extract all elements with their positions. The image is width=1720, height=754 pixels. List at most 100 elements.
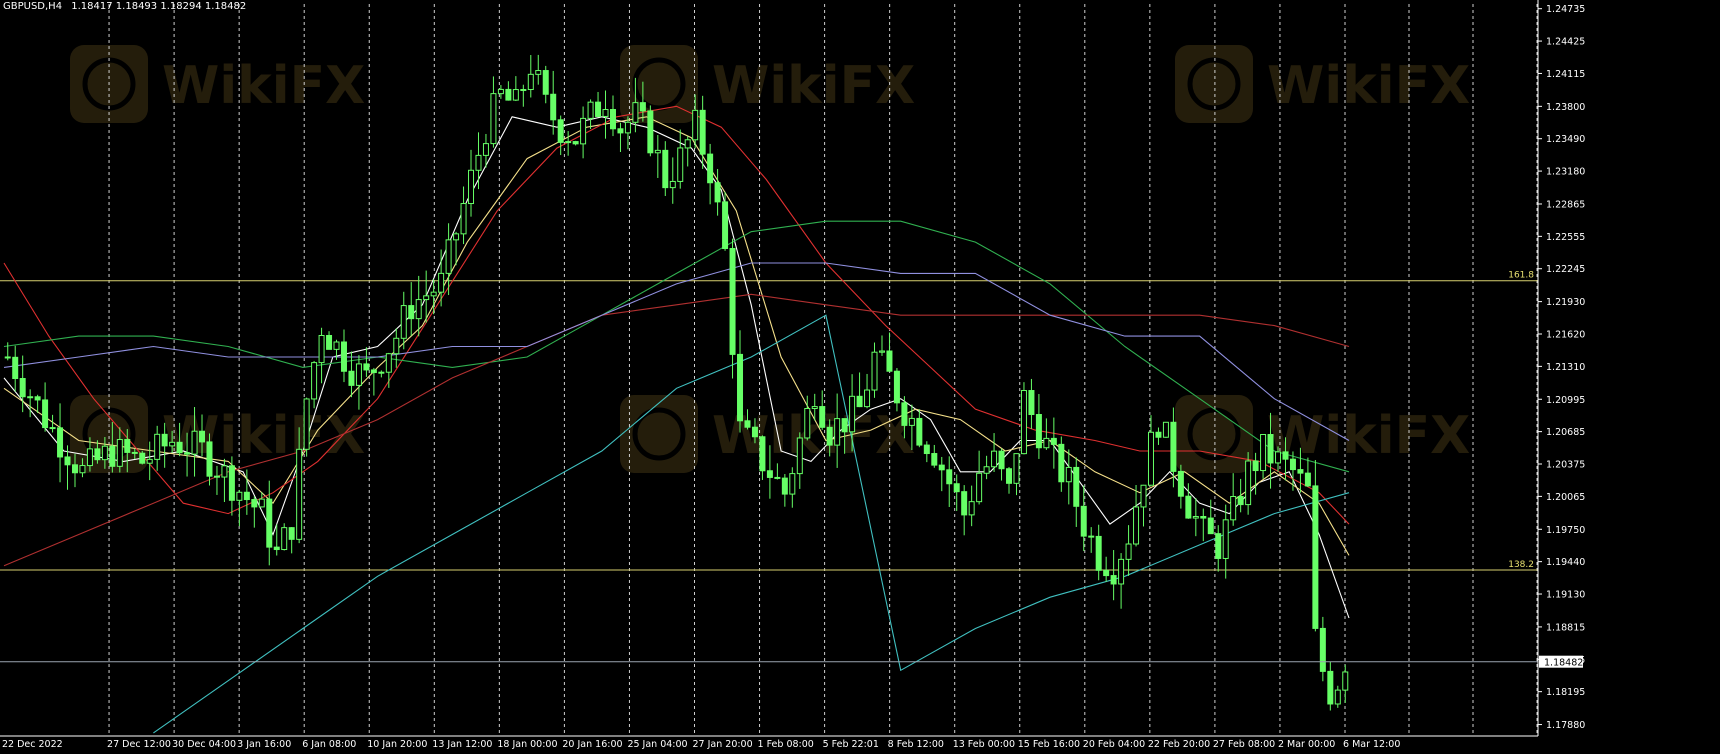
candle-body — [976, 472, 983, 503]
candle-body — [572, 141, 579, 145]
candle-body — [490, 93, 497, 145]
price-tick-label: 1.23800 — [1546, 102, 1585, 113]
candle-body — [849, 395, 856, 433]
candle-body — [1260, 434, 1267, 472]
candle-body — [624, 121, 631, 134]
candle-body — [1170, 421, 1177, 472]
moving-average-line — [3, 116, 1350, 619]
trading-chart[interactable]: WikiFX WikiFX WikiFX WikiFX WikiFX WikiFX 161… — [0, 0, 1720, 750]
candle-body — [326, 334, 333, 350]
candle-body — [1245, 460, 1252, 506]
candle-body — [176, 441, 183, 454]
candle-body — [1058, 443, 1065, 483]
time-tick-label: 6 Jan 08:00 — [302, 739, 356, 750]
candle-body — [617, 128, 624, 134]
candle-body — [1118, 558, 1125, 585]
price-tick-label: 1.18195 — [1546, 687, 1585, 698]
candle-body — [953, 483, 960, 493]
candle-body — [834, 418, 841, 446]
candle-body — [1275, 451, 1282, 464]
candle-body — [737, 353, 744, 422]
candle-body — [766, 470, 773, 478]
candle-body — [475, 154, 482, 171]
candle-body — [453, 233, 460, 241]
candle-body — [938, 464, 945, 471]
candle-body — [340, 341, 347, 372]
time-tick-label: 27 Feb 08:00 — [1213, 739, 1275, 750]
watermark-logo: WikiFX — [1175, 45, 1470, 123]
price-chart-svg[interactable]: WikiFX WikiFX WikiFXWikiFX WikiFX WikiFX 161… — [0, 0, 1720, 750]
candle-body — [565, 141, 572, 144]
candle-body — [355, 363, 362, 386]
candle-body — [423, 295, 430, 301]
candle-body — [1133, 506, 1140, 545]
candle-body — [1162, 421, 1169, 438]
symbol-label: GBPUSD,H4 — [3, 1, 63, 12]
candle-body — [1147, 431, 1154, 486]
candle-body — [438, 272, 445, 293]
candle-body — [184, 452, 191, 455]
candle-body — [804, 408, 811, 439]
candle-body — [946, 469, 953, 485]
candle-body — [923, 444, 930, 455]
candle-body — [1073, 466, 1080, 507]
price-tick-label: 1.24115 — [1546, 69, 1585, 80]
candle-body — [819, 406, 826, 428]
price-tick-label: 1.20375 — [1546, 460, 1585, 471]
current-price-tag: 1.18482 — [1544, 658, 1583, 669]
time-tick-label: 25 Jan 04:00 — [627, 739, 687, 750]
price-axis[interactable]: 1.24735 1.24425 1.24115 1.23800 1.23490 1.231… — [1538, 4, 1585, 731]
candle-body — [1289, 458, 1296, 471]
candle-body — [639, 102, 646, 112]
price-tick-label: 1.18815 — [1546, 622, 1585, 633]
candle-body — [1028, 390, 1035, 416]
time-tick-label: 18 Jan 00:00 — [497, 739, 557, 750]
candle-body — [729, 248, 736, 355]
time-tick-label: 20 Jan 16:00 — [562, 739, 622, 750]
candle-body — [632, 102, 639, 123]
candle-body — [303, 398, 310, 450]
price-tick-label: 1.20995 — [1546, 395, 1585, 406]
candle-body — [288, 527, 295, 540]
candle-body — [1200, 516, 1207, 519]
candle-body — [199, 430, 206, 443]
time-tick-label: 30 Dec 04:00 — [172, 739, 236, 750]
watermark-logo: WikiFX — [620, 395, 915, 473]
candle-body — [774, 476, 781, 479]
candle-body — [1103, 569, 1110, 577]
candle-body — [408, 305, 415, 320]
candle-body — [751, 426, 758, 438]
candle-body — [1110, 575, 1117, 585]
time-tick-label: 5 Feb 22:01 — [823, 739, 879, 750]
candle-body — [647, 110, 654, 154]
candle-body — [482, 143, 489, 156]
fibo-level-label: 138.2 — [1508, 560, 1534, 570]
fibo-level-label: 161.8 — [1508, 271, 1534, 281]
price-tick-label: 1.20065 — [1546, 492, 1585, 503]
candle-body — [131, 451, 138, 454]
candle-body — [228, 465, 235, 501]
candle-body — [796, 437, 803, 475]
candle-body — [333, 341, 340, 350]
price-tick-label: 1.21310 — [1546, 362, 1585, 373]
candle-body — [146, 458, 153, 464]
candle-body — [34, 396, 41, 401]
candle-body — [86, 448, 93, 467]
time-tick-label: 1 Feb 08:00 — [758, 739, 814, 750]
candle-body — [789, 473, 796, 495]
candle-body — [318, 334, 325, 364]
candle-body — [781, 477, 788, 495]
candle-body — [557, 119, 564, 143]
time-tick-label: 22 Feb 20:00 — [1148, 739, 1210, 750]
candle-body — [1177, 470, 1184, 497]
candle-body — [1095, 535, 1102, 571]
candle-body — [505, 88, 512, 101]
price-tick-label: 1.23180 — [1546, 167, 1585, 178]
candle-body — [49, 427, 56, 430]
candle-body — [916, 417, 923, 446]
candle-body — [931, 453, 938, 466]
candle-body — [348, 370, 355, 386]
candle-body — [161, 433, 168, 447]
candle-body — [221, 465, 228, 478]
watermark-logo: WikiFX — [620, 45, 915, 123]
